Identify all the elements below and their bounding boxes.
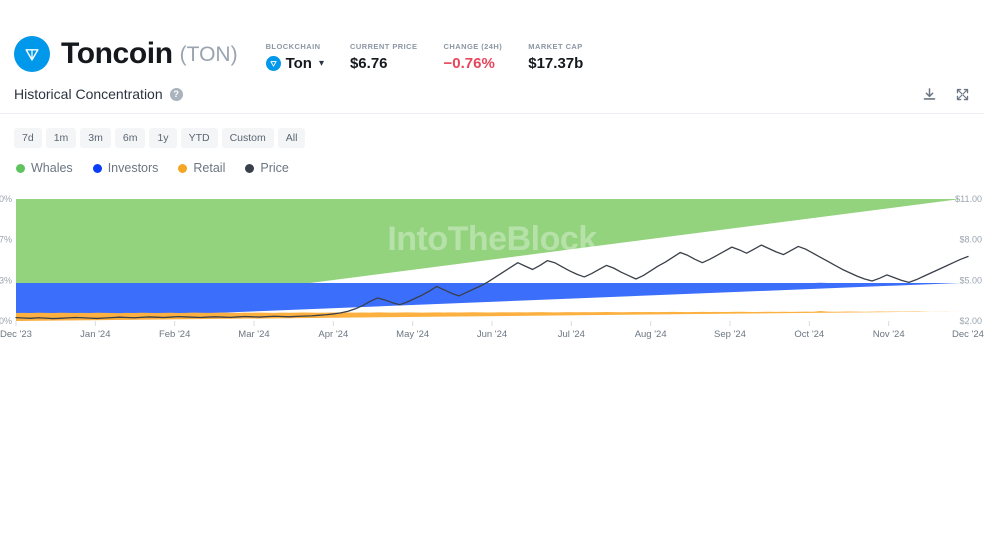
concentration-chart: IntoTheBlock 0.00% 33.33% 66.67% 100.00% $2.0… [0, 187, 984, 347]
legend-dot-investors [92, 163, 102, 173]
time-range-selector: 7d 1m 3m 6m 1y YTD Custom All [0, 114, 984, 148]
range-btn-7d[interactable]: 7d [14, 128, 42, 148]
chart-title-group: Historical Concentration ? [14, 86, 183, 102]
chart-legend: Whales Investors Retail Price [0, 148, 984, 175]
x-tick-label: Oct '24 [794, 329, 824, 340]
coin-header: Toncoin (TON) BLOCKCHAIN Ton ▾ CURRENT P… [0, 0, 984, 72]
range-btn-3m[interactable]: 3m [80, 128, 111, 148]
y-tick-label: 33.33% [0, 275, 12, 285]
stat-value-current-price: $6.76 [349, 55, 388, 72]
stat-market-cap: MARKET CAP $17.37b [528, 42, 583, 71]
chart-canvas[interactable]: IntoTheBlock 0.00% 33.33% 66.67% 100.00% $2.0… [0, 187, 984, 347]
y-tick-label: 100.00% [0, 194, 12, 204]
range-btn-1m[interactable]: 1m [45, 128, 77, 148]
watermark: IntoTheBlock [387, 220, 597, 258]
range-btn-ytd[interactable]: YTD [180, 128, 218, 148]
legend-item-whales[interactable]: Whales [16, 161, 73, 175]
fullscreen-icon[interactable] [955, 87, 970, 102]
x-tick-label: Nov '24 [873, 329, 905, 340]
legend-label-whales: Whales [31, 161, 73, 175]
x-tick-label: May '24 [396, 329, 429, 340]
stat-value-market-cap: $17.37b [528, 55, 584, 72]
x-tick-label: Sep '24 [714, 329, 746, 340]
range-btn-6m[interactable]: 6m [114, 128, 146, 148]
stat-value-change-24h: −0.76% [443, 55, 495, 72]
coin-stats: BLOCKCHAIN Ton ▾ CURRENT PRICE $6.76 CHA… [265, 42, 610, 72]
stat-change-24h: CHANGE (24H) −0.76% [444, 42, 503, 71]
chevron-down-icon: ▾ [318, 58, 324, 69]
legend-item-price[interactable]: Price [245, 161, 289, 175]
stat-blockchain: BLOCKCHAIN Ton ▾ [265, 42, 324, 72]
x-tick-label: Feb '24 [159, 329, 190, 340]
y2-tick-label: $5.00 [959, 275, 982, 285]
stat-label-current-price: CURRENT PRICE [349, 42, 418, 51]
x-tick-label: Dec '23 [0, 329, 32, 340]
y2-tick-label: $2.00 [959, 316, 982, 326]
legend-label-investors: Investors [107, 161, 159, 175]
chart-title-row: Historical Concentration ? [0, 86, 984, 114]
stat-label-blockchain: BLOCKCHAIN [265, 42, 321, 51]
legend-label-price: Price [260, 161, 289, 175]
range-btn-all[interactable]: All [277, 128, 306, 148]
x-tick-label: Aug '24 [635, 329, 667, 340]
ton-chain-icon [265, 56, 281, 71]
y-tick-label: 0.00% [0, 316, 12, 326]
blockchain-value: Ton [285, 55, 312, 72]
y2-tick-label: $11.00 [955, 194, 982, 204]
stat-label-market-cap: MARKET CAP [528, 42, 583, 51]
x-tick-label: Apr '24 [318, 329, 348, 340]
stat-label-change-24h: CHANGE (24H) [443, 42, 503, 51]
coin-identity: Toncoin (TON) [14, 36, 238, 72]
coin-name: Toncoin [61, 37, 173, 70]
stat-current-price: CURRENT PRICE $6.76 [350, 42, 418, 71]
legend-dot-retail [178, 163, 188, 173]
x-tick-label: Jun '24 [477, 329, 507, 340]
toncoin-logo-icon [14, 36, 50, 72]
legend-item-investors[interactable]: Investors [92, 161, 159, 175]
x-tick-label: Jul '24 [558, 329, 585, 340]
x-tick-label: Dec '24 [952, 329, 984, 340]
page-title: Historical Concentration [14, 86, 163, 102]
y2-tick-label: $8.00 [959, 235, 982, 245]
legend-item-retail[interactable]: Retail [178, 161, 225, 175]
range-btn-1y[interactable]: 1y [149, 128, 177, 148]
help-circle-icon[interactable]: ? [169, 87, 183, 101]
y-tick-label: 66.67% [0, 235, 12, 245]
blockchain-select[interactable]: Ton ▾ [265, 55, 324, 72]
legend-dot-whales [16, 163, 25, 173]
x-tick-label: Mar '24 [238, 329, 269, 340]
chart-toolbar [922, 87, 970, 102]
legend-dot-price [245, 163, 255, 173]
coin-ticker: (TON) [179, 42, 238, 66]
x-tick-label: Jan '24 [80, 329, 110, 340]
historical-concentration-page: Toncoin (TON) BLOCKCHAIN Ton ▾ CURRENT P… [0, 0, 984, 554]
download-icon[interactable] [922, 87, 937, 102]
legend-label-retail: Retail [193, 161, 226, 175]
range-btn-custom[interactable]: Custom [221, 128, 274, 148]
